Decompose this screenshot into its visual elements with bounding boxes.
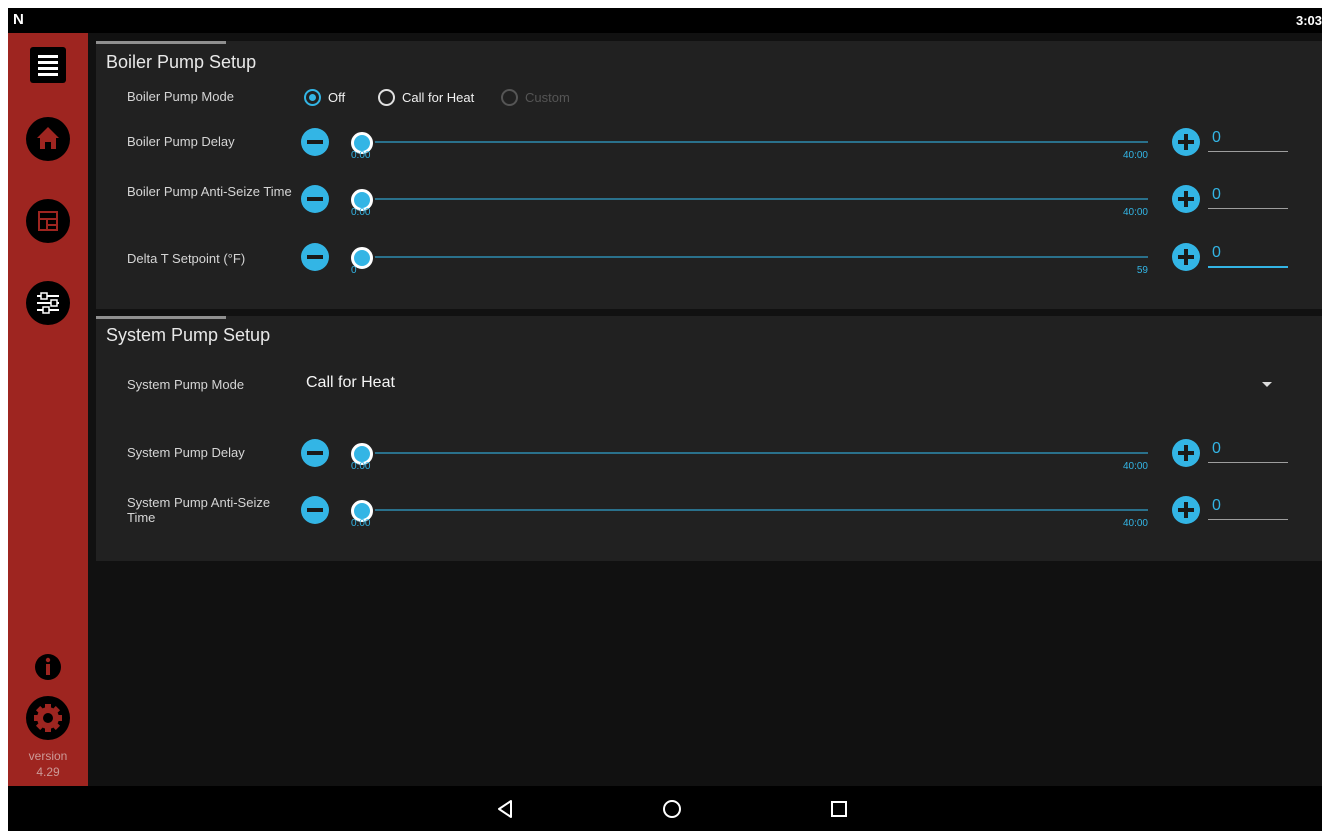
status-bar: N 3:03 bbox=[8, 8, 1322, 33]
boiler-pump-title: Boiler Pump Setup bbox=[106, 52, 257, 72]
slider-max-label: 40:00 bbox=[1122, 150, 1148, 161]
back-icon bbox=[498, 800, 512, 818]
decrement-button[interactable] bbox=[301, 128, 329, 156]
delta-t-setpoint-input[interactable]: 0 bbox=[1208, 242, 1288, 268]
decrement-button[interactable] bbox=[301, 439, 329, 467]
slider-max-label: 40:00 bbox=[1122, 207, 1148, 218]
boiler-pump-delay-input[interactable]: 0 bbox=[1208, 127, 1288, 152]
boiler-anti-seize-row: 0:00 40:00 0 bbox=[96, 185, 1322, 235]
slider-min-label: 0:00 bbox=[351, 207, 371, 218]
radio-call-for-heat[interactable]: Call for Heat bbox=[378, 86, 474, 108]
radio-off[interactable]: Off bbox=[304, 86, 345, 108]
system-pump-mode-dropdown[interactable]: Call for Heat bbox=[296, 364, 1296, 404]
info-icon bbox=[35, 654, 61, 680]
decrement-button[interactable] bbox=[301, 243, 329, 271]
radio-off-indicator bbox=[304, 88, 321, 106]
dashboard-button[interactable] bbox=[26, 199, 70, 243]
version-label: version bbox=[28, 749, 68, 763]
slider-track bbox=[351, 256, 1148, 258]
back-button[interactable] bbox=[492, 796, 518, 822]
decrement-button[interactable] bbox=[301, 185, 329, 213]
slider-min-label: 0:00 bbox=[351, 461, 371, 472]
settings-button[interactable] bbox=[26, 696, 70, 740]
value-text: 0 bbox=[1212, 244, 1221, 261]
slider-min-label: 0 bbox=[351, 265, 357, 276]
system-anti-seize-row: 0:00 40:00 0 bbox=[96, 496, 1322, 546]
system-anti-seize-slider[interactable] bbox=[351, 500, 1148, 522]
delta-t-setpoint-slider[interactable] bbox=[351, 247, 1148, 269]
home-icon bbox=[26, 117, 70, 161]
chevron-down-icon bbox=[1262, 382, 1272, 387]
home-button[interactable] bbox=[26, 117, 70, 161]
home-circle-icon bbox=[663, 800, 681, 818]
slider-track bbox=[351, 141, 1148, 143]
increment-button[interactable] bbox=[1172, 439, 1200, 467]
value-text: 0 bbox=[1212, 497, 1221, 514]
increment-button[interactable] bbox=[1172, 185, 1200, 213]
slider-track bbox=[351, 452, 1148, 454]
system-pump-mode-label: System Pump Mode bbox=[127, 377, 245, 392]
version-number: 4.29 bbox=[36, 765, 60, 779]
system-pump-delay-row: 0:00 40:00 0 bbox=[96, 439, 1322, 489]
settings-sliders-button[interactable] bbox=[26, 281, 70, 325]
notification-logo: N bbox=[13, 11, 24, 28]
boiler-pump-mode-label: Boiler Pump Mode bbox=[127, 89, 234, 104]
value-text: 0 bbox=[1212, 129, 1221, 146]
radio-call-for-heat-label: Call for Heat bbox=[402, 89, 475, 105]
increment-button[interactable] bbox=[1172, 496, 1200, 524]
boiler-pump-delay-row: 0:00 40:00 0 bbox=[96, 128, 1322, 178]
slider-min-label: 0:00 bbox=[351, 518, 371, 529]
value-text: 0 bbox=[1212, 186, 1221, 203]
info-button[interactable] bbox=[34, 651, 62, 683]
sliders-icon bbox=[26, 281, 70, 325]
system-pump-title: System Pump Setup bbox=[106, 325, 271, 345]
dashboard-icon bbox=[26, 199, 70, 243]
radio-off-label: Off bbox=[328, 89, 346, 105]
boiler-anti-seize-input[interactable]: 0 bbox=[1208, 184, 1288, 209]
menu-button[interactable] bbox=[26, 45, 70, 89]
dropdown-selected-value: Call for Heat bbox=[306, 374, 395, 391]
panel-tab-indicator bbox=[96, 41, 226, 44]
recents-button[interactable] bbox=[826, 796, 852, 822]
menu-icon bbox=[30, 47, 66, 83]
boiler-pump-panel: Boiler Pump Setup Boiler Pump Mode Off C… bbox=[96, 41, 1322, 309]
increment-button[interactable] bbox=[1172, 243, 1200, 271]
system-anti-seize-input[interactable]: 0 bbox=[1208, 495, 1288, 520]
navigation-bar bbox=[8, 786, 1322, 831]
radio-call-for-heat-indicator bbox=[378, 88, 395, 106]
slider-max-label: 40:00 bbox=[1122, 518, 1148, 529]
slider-min-label: 0:00 bbox=[351, 150, 371, 161]
slider-track bbox=[351, 509, 1148, 511]
version-info: version 4.29 bbox=[8, 748, 88, 780]
radio-custom-indicator bbox=[501, 88, 518, 106]
value-text: 0 bbox=[1212, 440, 1221, 457]
home-nav-button[interactable] bbox=[659, 796, 685, 822]
panel-tab-indicator bbox=[96, 316, 226, 319]
system-pump-delay-slider[interactable] bbox=[351, 443, 1148, 465]
increment-button[interactable] bbox=[1172, 128, 1200, 156]
recents-icon bbox=[831, 801, 847, 817]
system-pump-panel: System Pump Setup System Pump Mode Call … bbox=[96, 316, 1322, 561]
sidebar: version 4.29 bbox=[8, 33, 88, 786]
boiler-pump-delay-slider[interactable] bbox=[351, 132, 1148, 154]
app-screen: N 3:03 version 4.29 Boiler Pump Setup Bo… bbox=[8, 8, 1322, 831]
decrement-button[interactable] bbox=[301, 496, 329, 524]
delta-t-setpoint-row: 0 59 0 bbox=[96, 243, 1322, 293]
system-pump-delay-input[interactable]: 0 bbox=[1208, 438, 1288, 463]
radio-custom-label: Custom bbox=[525, 89, 570, 105]
slider-max-label: 40:00 bbox=[1122, 461, 1148, 472]
boiler-anti-seize-slider[interactable] bbox=[351, 189, 1148, 211]
status-clock: 3:03 bbox=[1295, 13, 1322, 28]
slider-max-label: 59 bbox=[1136, 265, 1148, 276]
slider-track bbox=[351, 198, 1148, 200]
gear-icon bbox=[26, 696, 70, 740]
radio-custom: Custom bbox=[501, 86, 570, 108]
